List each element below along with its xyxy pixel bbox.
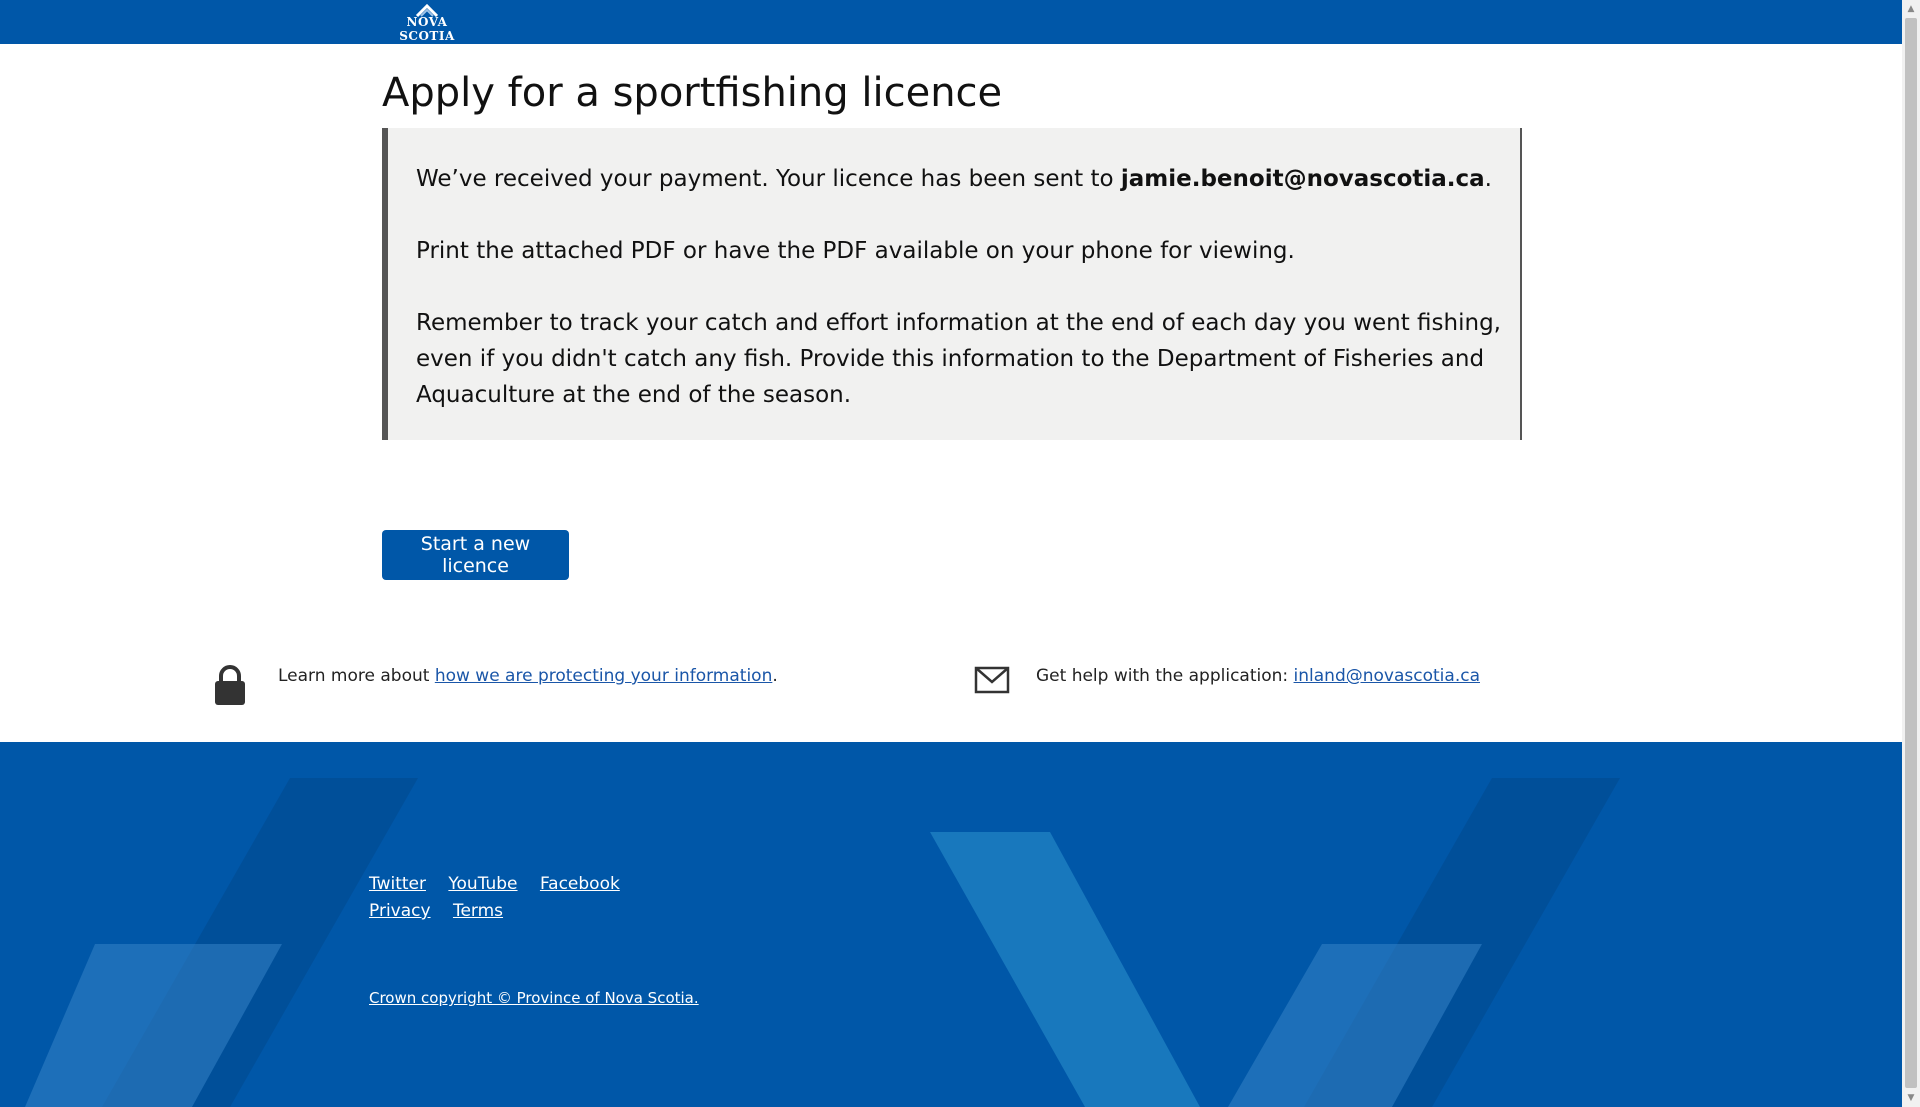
privacy-footer-link[interactable]: Privacy	[369, 901, 431, 921]
help-email-link[interactable]: inland@novascotia.ca	[1294, 666, 1480, 686]
scroll-down-arrow-icon[interactable]: ▼	[1902, 1089, 1920, 1107]
lock-icon	[215, 665, 245, 705]
social-links: Twitter YouTube Facebook	[369, 874, 637, 894]
privacy-info: Learn more about how we are protecting y…	[278, 666, 778, 686]
page: NOVA SCOTIA Apply for a sportfishing lic…	[0, 0, 1902, 1107]
page-title: Apply for a sportfishing licence	[382, 70, 1003, 116]
confirmation-panel: We’ve received your payment. Your licenc…	[382, 128, 1522, 440]
logo-text: NOVA SCOTIA	[399, 15, 455, 43]
scroll-up-arrow-icon[interactable]: ▲	[1902, 0, 1920, 18]
youtube-link[interactable]: YouTube	[448, 874, 517, 894]
payment-confirmation-text: We’ve received your payment. Your licenc…	[416, 166, 1492, 192]
privacy-link[interactable]: how we are protecting your information	[435, 666, 773, 686]
terms-link[interactable]: Terms	[453, 901, 503, 921]
help-info: Get help with the application: inland@no…	[1036, 666, 1480, 686]
catch-tracking-reminder: Remember to track your catch and effort …	[416, 310, 1501, 408]
copyright-link[interactable]: Crown copyright © Province of Nova Scoti…	[369, 989, 699, 1007]
top-bar: NOVA SCOTIA	[0, 0, 1902, 44]
legal-links: Privacy Terms	[369, 901, 520, 921]
copyright: Crown copyright © Province of Nova Scoti…	[369, 989, 699, 1007]
nova-scotia-logo[interactable]: NOVA SCOTIA	[382, 4, 472, 43]
scrollbar-thumb[interactable]	[1905, 18, 1917, 1088]
footer-background-pattern	[25, 778, 1620, 1107]
twitter-link[interactable]: Twitter	[369, 874, 426, 894]
facebook-link[interactable]: Facebook	[540, 874, 620, 894]
start-new-licence-button[interactable]: Start a new licence	[382, 530, 569, 580]
vertical-scrollbar[interactable]: ▲ ▼	[1902, 0, 1920, 1107]
print-instruction-text: Print the attached PDF or have the PDF a…	[416, 238, 1295, 264]
footer: Twitter YouTube Facebook Privacy Terms C…	[0, 742, 1902, 1107]
mail-icon	[974, 666, 1010, 694]
recipient-email: jamie.benoit@novascotia.ca	[1120, 166, 1485, 192]
